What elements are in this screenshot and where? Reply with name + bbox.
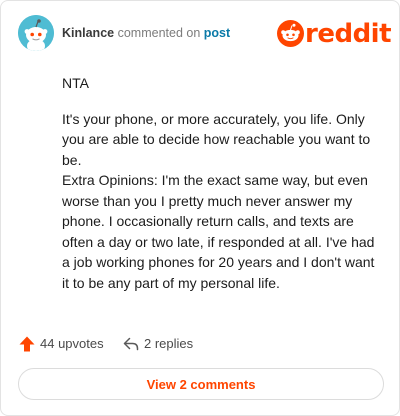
upvote-button[interactable]: 44 upvotes	[18, 334, 104, 354]
reddit-wordmark: reddit	[305, 19, 392, 49]
comment-header: Kinlance commented on post reddit	[18, 15, 392, 51]
comment-card: Kinlance commented on post reddit NTA It…	[0, 0, 400, 416]
comment-paragraph: It's your phone, or more accurately, you…	[62, 110, 371, 168]
view-comments-button[interactable]: View 2 comments	[18, 368, 384, 400]
reply-count: 2 replies	[144, 336, 194, 351]
user-avatar[interactable]	[18, 15, 54, 51]
reply-arrow-icon	[123, 337, 139, 351]
comment-meta: Kinlance commented on post	[62, 26, 230, 41]
replies-button[interactable]: 2 replies	[122, 334, 193, 354]
username-link[interactable]: Kinlance	[62, 26, 114, 40]
action-text: commented on	[117, 26, 201, 40]
comment-body: NTA It's your phone, or more accurately,…	[62, 73, 380, 293]
reddit-logo[interactable]: reddit	[277, 17, 392, 51]
upvote-count: 44 upvotes	[40, 336, 104, 351]
comment-paragraph: Extra Opinions: I'm the exact same way, …	[62, 172, 375, 291]
upvote-arrow-icon	[19, 336, 35, 352]
reddit-snoo-icon	[277, 20, 304, 47]
comment-actions: 44 upvotes 2 replies	[18, 334, 383, 354]
snoo-avatar-icon	[18, 15, 54, 51]
comment-paragraph: NTA	[62, 75, 89, 91]
post-link[interactable]: post	[204, 26, 230, 40]
